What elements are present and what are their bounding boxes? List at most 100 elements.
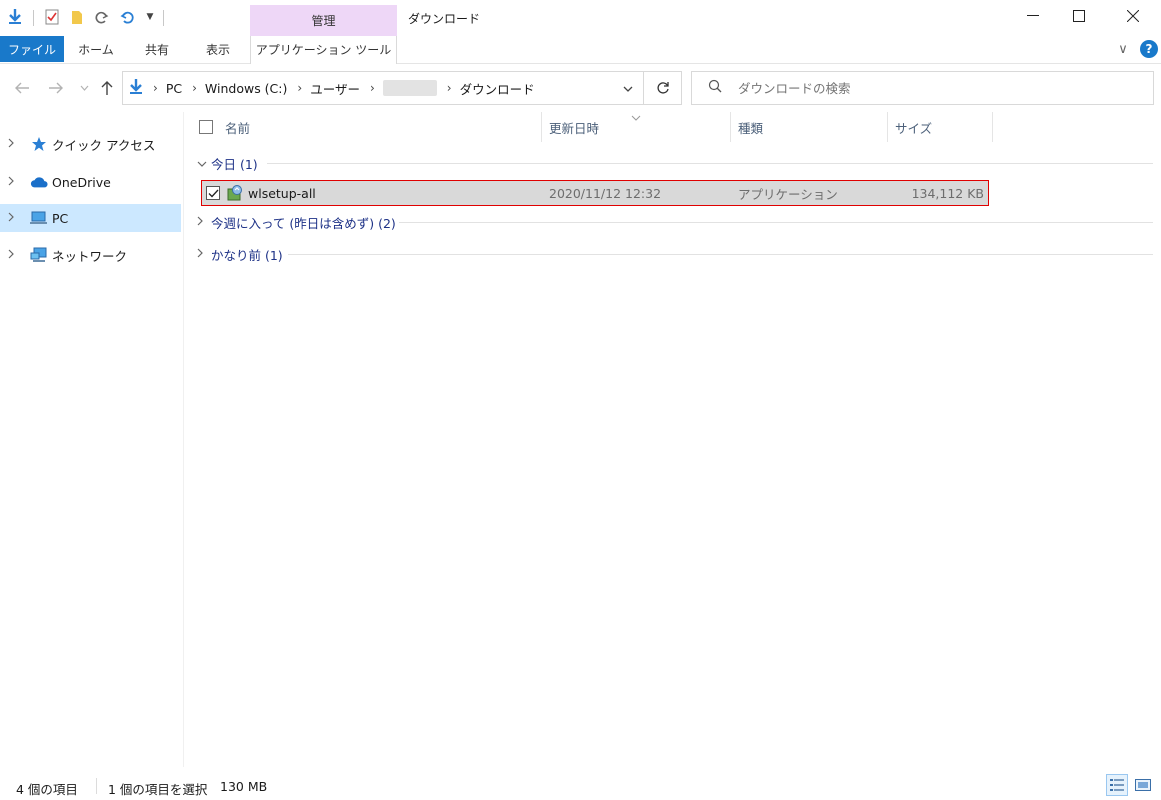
customize-dropdown-icon[interactable]: ▼ <box>141 8 159 26</box>
group-divider <box>288 254 1153 255</box>
application-installer-icon <box>226 181 244 205</box>
checkmark-icon <box>206 186 220 200</box>
row-checkbox[interactable] <box>206 181 220 205</box>
navigation-pane: クイック アクセス OneDrive PC ネットワーク <box>0 112 184 767</box>
breadcrumb-chevron-icon[interactable]: › <box>192 81 197 95</box>
expand-chevron-icon[interactable] <box>8 176 18 189</box>
maximize-button[interactable] <box>1056 0 1102 32</box>
file-type: アプリケーション <box>738 186 838 202</box>
group-label: 今日 (1) <box>211 156 258 172</box>
breadcrumb-chevron-icon[interactable]: › <box>297 81 302 95</box>
breadcrumb-windows-c[interactable]: Windows (C:) <box>205 81 287 96</box>
star-icon <box>30 136 48 152</box>
redo-icon[interactable] <box>93 8 111 26</box>
quick-access-separator <box>33 10 34 26</box>
undo-icon[interactable] <box>118 8 136 26</box>
expand-chevron-icon[interactable] <box>8 212 18 225</box>
new-folder-icon[interactable] <box>68 8 86 26</box>
recent-locations-chevron-icon[interactable] <box>74 78 94 98</box>
breadcrumb-users[interactable]: ユーザー <box>310 79 360 98</box>
download-arrow-icon[interactable] <box>6 8 24 26</box>
group-header-today[interactable]: 今日 (1) <box>197 153 258 173</box>
tab-home[interactable]: ホーム <box>67 36 125 62</box>
file-size: 134,112 KB <box>911 185 984 201</box>
close-button[interactable] <box>1110 0 1156 32</box>
nav-item-label: PC <box>52 210 69 226</box>
nav-item-quick-access[interactable]: クイック アクセス <box>0 130 181 158</box>
minimize-icon <box>1027 15 1039 16</box>
computer-icon <box>30 210 48 226</box>
file-name[interactable]: wlsetup-all <box>248 181 316 205</box>
column-separator[interactable] <box>992 112 993 142</box>
breadcrumb-chevron-icon[interactable]: › <box>153 81 158 95</box>
cloud-icon <box>30 174 48 190</box>
close-icon <box>1127 10 1139 22</box>
properties-icon[interactable] <box>43 8 61 26</box>
column-separator[interactable] <box>541 112 542 142</box>
ribbon: ファイル ホーム 共有 表示 アプリケーション ツール ∨ ? <box>0 36 1161 64</box>
address-history-chevron-icon[interactable] <box>623 81 633 95</box>
tab-file[interactable]: ファイル <box>0 36 64 62</box>
column-separator[interactable] <box>887 112 888 142</box>
nav-item-onedrive[interactable]: OneDrive <box>0 168 181 196</box>
search-input[interactable] <box>738 80 1118 96</box>
download-folder-icon <box>129 78 143 98</box>
expand-chevron-icon[interactable] <box>8 249 18 262</box>
nav-item-label: クイック アクセス <box>52 137 156 153</box>
nav-item-pc[interactable]: PC <box>0 204 181 232</box>
file-modified: 2020/11/12 12:32 <box>549 185 662 201</box>
nav-item-label: OneDrive <box>52 174 111 190</box>
tab-application-tools[interactable]: アプリケーション ツール <box>251 36 396 62</box>
group-label: かなり前 (1) <box>211 247 283 263</box>
search-box[interactable] <box>691 71 1154 105</box>
breadcrumb-username-redacted[interactable] <box>382 80 437 96</box>
collapse-chevron-icon <box>197 157 211 170</box>
status-item-count: 4 個の項目 <box>16 782 78 797</box>
ribbon-collapse-chevron-icon[interactable]: ∨ <box>1112 36 1134 62</box>
table-row[interactable]: wlsetup-all 2020/11/12 12:32 アプリケーション 13… <box>201 180 989 206</box>
nav-item-network[interactable]: ネットワーク <box>0 241 181 269</box>
back-arrow-icon[interactable] <box>12 78 32 98</box>
column-header-modified[interactable]: 更新日時 <box>549 112 729 142</box>
expand-chevron-icon <box>197 216 211 229</box>
large-icons-view-icon[interactable] <box>1132 774 1154 796</box>
expand-chevron-icon <box>197 248 211 261</box>
select-all-checkbox[interactable] <box>199 120 213 134</box>
title-bar: ▼ 管理 ダウンロード <box>0 0 1161 36</box>
group-label: 今週に入って (昨日は含めず) (2) <box>211 215 396 231</box>
status-separator <box>96 778 97 794</box>
tab-share[interactable]: 共有 <box>130 36 184 62</box>
group-divider <box>399 222 1153 223</box>
address-bar[interactable]: › PC › Windows (C:) › ユーザー › › ダウンロード <box>122 71 644 105</box>
forward-arrow-icon[interactable] <box>46 78 66 98</box>
details-view-icon[interactable] <box>1106 774 1128 796</box>
column-header-name-label: 名前 <box>225 120 251 136</box>
network-icon <box>30 247 48 263</box>
expand-chevron-icon[interactable] <box>8 138 18 151</box>
tab-view[interactable]: 表示 <box>190 36 246 62</box>
column-header-name[interactable]: 名前 <box>199 112 539 142</box>
status-selection: 1 個の項目を選択 <box>108 782 208 797</box>
refresh-button[interactable] <box>644 71 682 105</box>
column-header-size[interactable]: サイズ <box>895 112 990 142</box>
column-separator[interactable] <box>730 112 731 142</box>
search-icon <box>708 79 722 97</box>
file-list: 名前 更新日時 種類 サイズ 今日 (1) wlsetup-all 2020/1… <box>185 112 1161 767</box>
breadcrumb-pc[interactable]: PC <box>166 81 182 96</box>
maximize-icon <box>1073 10 1085 22</box>
breadcrumb-downloads[interactable]: ダウンロード <box>460 79 535 98</box>
group-divider <box>267 163 1153 164</box>
column-header-type[interactable]: 種類 <box>738 112 888 142</box>
breadcrumb-chevron-icon[interactable]: › <box>447 81 452 95</box>
minimize-button[interactable] <box>1010 0 1056 32</box>
nav-item-label: ネットワーク <box>52 248 128 264</box>
quick-access-separator <box>163 10 164 26</box>
refresh-icon <box>656 82 669 94</box>
up-arrow-icon[interactable] <box>97 78 117 98</box>
group-header-long-ago[interactable]: かなり前 (1) <box>197 244 283 264</box>
group-header-this-week[interactable]: 今週に入って (昨日は含めず) (2) <box>197 212 396 232</box>
breadcrumb-chevron-icon[interactable]: › <box>370 81 375 95</box>
window-title: ダウンロード <box>408 12 481 26</box>
help-icon[interactable]: ? <box>1140 40 1158 58</box>
context-tab-group-manage[interactable]: 管理 <box>250 5 397 36</box>
